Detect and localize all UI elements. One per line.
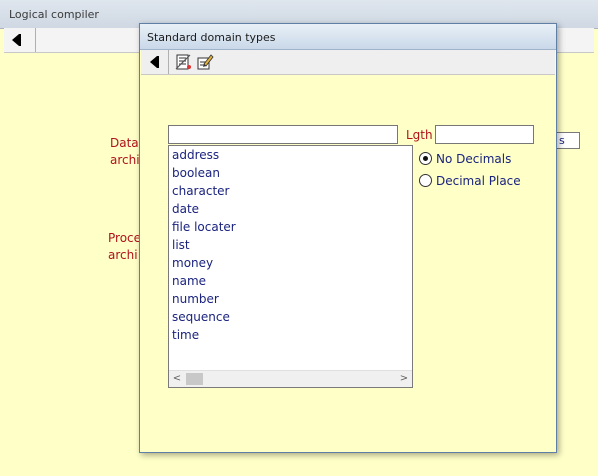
scroll-right-icon[interactable]: > <box>396 371 412 387</box>
window-title: Logical compiler <box>9 8 99 21</box>
domain-name-input[interactable] <box>168 125 398 144</box>
list-item[interactable]: address <box>169 146 412 164</box>
scroll-thumb[interactable] <box>186 373 203 385</box>
radio-label: Decimal Place <box>436 174 521 188</box>
toolbar-separator <box>168 50 169 74</box>
list-item[interactable]: name <box>169 272 412 290</box>
list-item[interactable]: date <box>169 200 412 218</box>
list-item[interactable]: sequence <box>169 308 412 326</box>
length-label: Lgth <box>406 128 433 142</box>
list-item[interactable]: character <box>169 182 412 200</box>
radio-label: No Decimals <box>436 152 512 166</box>
standard-domain-types-dialog: Standard domain types Lgth address boole… <box>139 23 557 453</box>
edit-pencil-icon[interactable] <box>196 53 214 71</box>
list-item[interactable]: file locater <box>169 218 412 236</box>
list-item[interactable]: boolean <box>169 164 412 182</box>
list-item[interactable]: time <box>169 326 412 344</box>
list-item[interactable]: list <box>169 236 412 254</box>
domain-types-list[interactable]: address boolean character date file loca… <box>168 145 413 388</box>
list-item[interactable]: money <box>169 254 412 272</box>
dialog-titlebar: Standard domain types <box>140 24 556 50</box>
data-architecture-label: Data archi <box>110 136 140 167</box>
length-input[interactable] <box>435 125 534 144</box>
dialog-toolbar <box>141 50 555 75</box>
dialog-title: Standard domain types <box>147 31 276 44</box>
scroll-left-icon[interactable]: < <box>169 371 185 387</box>
toolbar-separator <box>35 28 36 52</box>
horizontal-scrollbar[interactable]: < > <box>169 370 412 387</box>
process-architecture-label: Proce archi <box>108 231 142 262</box>
radio-unselected-icon[interactable] <box>419 174 432 187</box>
list-document-icon[interactable] <box>174 53 192 71</box>
list-item[interactable]: number <box>169 290 412 308</box>
radio-selected-icon[interactable] <box>419 152 432 165</box>
